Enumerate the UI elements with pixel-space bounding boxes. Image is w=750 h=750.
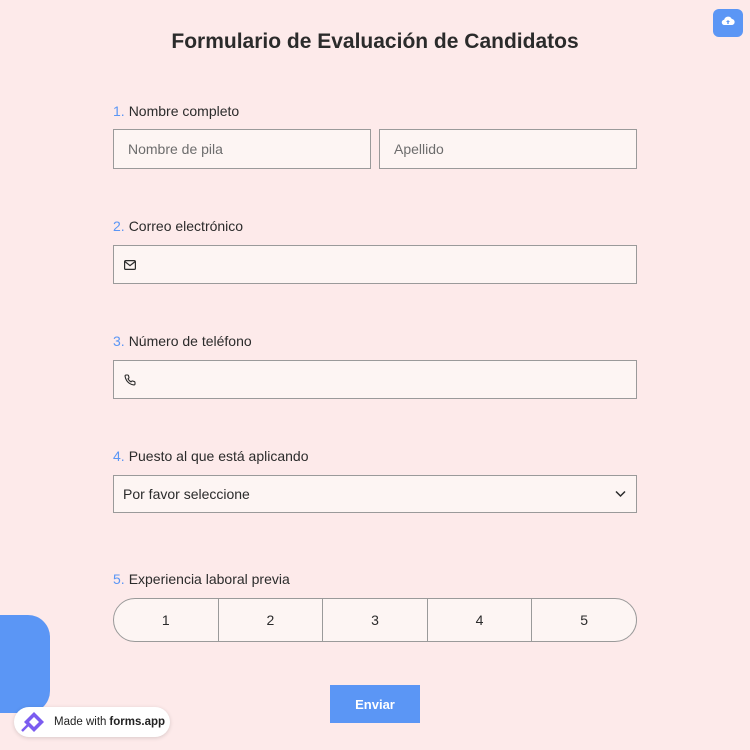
- question-number: 3.: [113, 333, 125, 349]
- question-email-label: 2. Correo electrónico: [113, 218, 243, 234]
- question-phone-label: 3. Número de teléfono: [113, 333, 252, 349]
- last-name-input[interactable]: Apellido: [379, 129, 637, 169]
- question-text: Puesto al que está aplicando: [128, 448, 309, 464]
- email-input[interactable]: [113, 245, 637, 284]
- experience-rating-scale: 1 2 3 4 5: [113, 598, 637, 642]
- question-experience-label: 5. Experiencia laboral previa: [113, 571, 290, 587]
- submit-button[interactable]: Enviar: [330, 685, 420, 723]
- question-text: Correo electrónico: [128, 218, 244, 234]
- first-name-placeholder: Nombre de pila: [128, 141, 223, 157]
- rating-option-1[interactable]: 1: [114, 599, 219, 641]
- position-select[interactable]: Por favor seleccione: [113, 475, 637, 513]
- question-number: 1.: [113, 103, 125, 119]
- chevron-down-icon: [615, 490, 626, 498]
- question-full-name-label: 1. Nombre completo: [113, 103, 239, 119]
- badge-brand: forms.app: [109, 716, 166, 728]
- form-title: Formulario de Evaluación de Candidatos: [171, 30, 579, 53]
- question-text: Experiencia laboral previa: [128, 571, 290, 587]
- forms-app-logo-icon: [20, 710, 48, 734]
- position-select-value: Por favor seleccione: [123, 486, 250, 502]
- last-name-placeholder: Apellido: [394, 141, 444, 157]
- question-number: 5.: [113, 571, 125, 587]
- rating-option-5[interactable]: 5: [532, 599, 636, 641]
- question-text: Número de teléfono: [128, 333, 252, 349]
- rating-option-2[interactable]: 2: [219, 599, 324, 641]
- question-number: 4.: [113, 448, 125, 464]
- envelope-icon: [124, 259, 136, 270]
- phone-icon: [124, 373, 136, 386]
- question-position-label: 4. Puesto al que está aplicando: [113, 448, 309, 464]
- made-with-badge[interactable]: Made with forms.app: [14, 707, 170, 737]
- badge-prefix: Made with: [54, 716, 107, 728]
- decorative-blob: [0, 615, 50, 713]
- rating-option-4[interactable]: 4: [428, 599, 533, 641]
- rating-option-3[interactable]: 3: [323, 599, 428, 641]
- first-name-input[interactable]: Nombre de pila: [113, 129, 371, 169]
- question-number: 2.: [113, 218, 125, 234]
- question-text: Nombre completo: [128, 103, 240, 119]
- phone-input[interactable]: [113, 360, 637, 399]
